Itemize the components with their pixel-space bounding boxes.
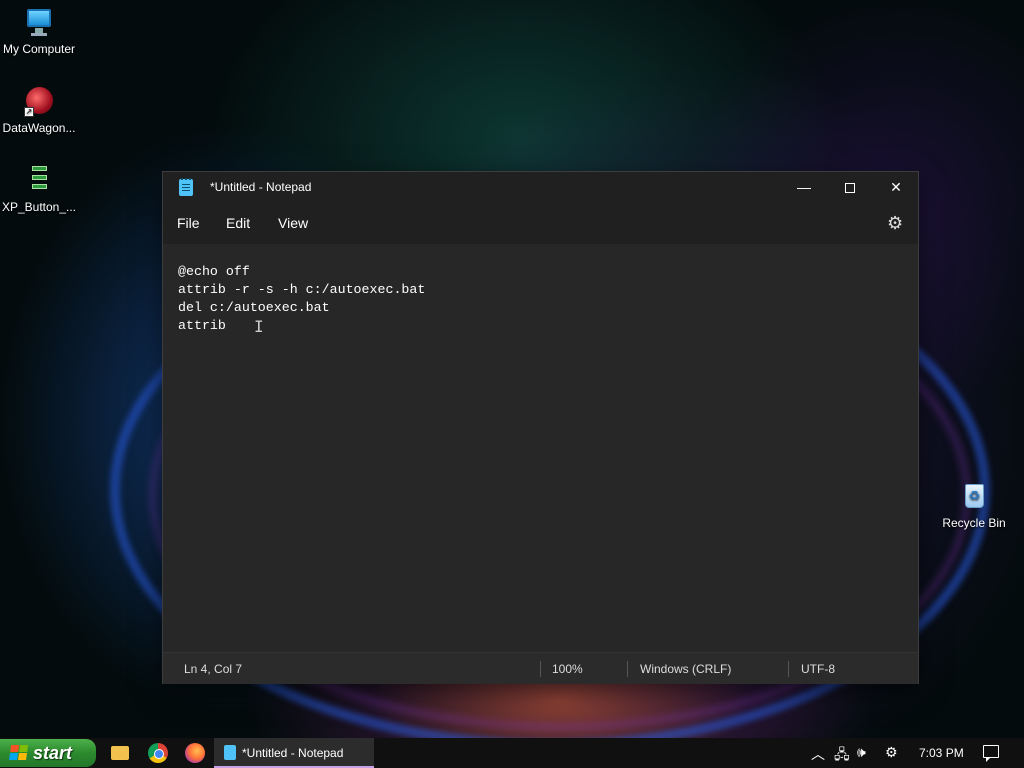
windows-logo-icon <box>9 745 29 761</box>
desktop-icon-my-computer[interactable]: My Computer <box>0 8 78 56</box>
status-divider <box>540 661 541 677</box>
notepad-icon <box>224 745 236 760</box>
maximize-icon <box>845 183 855 194</box>
start-button[interactable]: start <box>0 739 96 767</box>
desktop-icon-label: DataWagon... <box>2 121 76 135</box>
desktop-icon-label: XP_Button_... <box>1 200 77 214</box>
desktop: My Computer ↗ DataWagon... XP_Button_...… <box>0 0 1024 738</box>
volume-icon[interactable]: 🕪 <box>857 744 866 761</box>
encoding: UTF-8 <box>801 662 835 676</box>
window-title: *Untitled - Notepad <box>210 180 312 194</box>
line-ending: Windows (CRLF) <box>640 662 732 676</box>
maximize-button[interactable] <box>827 172 873 202</box>
chevron-up-icon[interactable]: ︿ <box>811 744 825 764</box>
menu-file[interactable]: File <box>177 215 200 231</box>
notification-icon[interactable] <box>983 745 999 762</box>
start-label: start <box>33 743 73 763</box>
menu-edit[interactable]: Edit <box>226 215 250 231</box>
editor-line: del c:/autoexec.bat <box>178 300 330 315</box>
settings-icon[interactable]: ⚙ <box>885 744 898 761</box>
taskbar-item-notepad[interactable]: *Untitled - Notepad <box>214 738 374 768</box>
notepad-window: *Untitled - Notepad — ✕ File Edit View ⚙… <box>162 171 919 684</box>
status-bar: Ln 4, Col 7 100% Windows (CRLF) UTF-8 <box>163 652 918 684</box>
text-editor[interactable]: @echo off attrib -r -s -h c:/autoexec.ba… <box>163 244 918 652</box>
computer-icon <box>24 8 54 38</box>
title-bar[interactable]: *Untitled - Notepad — ✕ <box>163 172 918 204</box>
recycle-bin-icon: ♻ <box>959 482 989 512</box>
firefox-icon[interactable] <box>185 743 205 763</box>
taskbar: start *Untitled - Notepad ︿ 🖧 🕪 ⚙ 7:03 P… <box>0 738 1024 768</box>
datawagon-icon: ↗ <box>24 87 54 117</box>
xp-buttons-icon <box>24 166 54 196</box>
editor-line: attrib <box>178 318 234 333</box>
desktop-icon-xp-button[interactable]: XP_Button_... <box>0 166 78 214</box>
desktop-icon-label: Recycle Bin <box>942 516 1006 530</box>
notepad-icon <box>179 178 193 196</box>
minimize-button[interactable]: — <box>781 172 827 202</box>
file-explorer-icon[interactable] <box>111 746 129 760</box>
taskbar-item-label: *Untitled - Notepad <box>242 746 344 760</box>
status-divider <box>788 661 789 677</box>
chrome-icon[interactable] <box>148 743 168 763</box>
status-divider <box>627 661 628 677</box>
cursor-position: Ln 4, Col 7 <box>184 662 243 676</box>
desktop-icon-datawagon[interactable]: ↗ DataWagon... <box>0 87 78 135</box>
desktop-icon-label: My Computer <box>2 42 76 56</box>
menu-bar: File Edit View ⚙ <box>163 204 918 244</box>
zoom-level: 100% <box>552 662 583 676</box>
editor-line: attrib -r -s -h c:/autoexec.bat <box>178 282 426 297</box>
menu-view[interactable]: View <box>278 215 308 231</box>
settings-gear-icon[interactable]: ⚙ <box>887 213 903 234</box>
close-button[interactable]: ✕ <box>873 172 919 202</box>
text-cursor-icon: I <box>254 317 264 336</box>
editor-line: @echo off <box>178 264 250 279</box>
desktop-icon-recycle-bin[interactable]: ♻ Recycle Bin <box>935 482 1013 530</box>
network-icon[interactable]: 🖧 <box>834 744 850 768</box>
clock[interactable]: 7:03 PM <box>919 746 964 760</box>
